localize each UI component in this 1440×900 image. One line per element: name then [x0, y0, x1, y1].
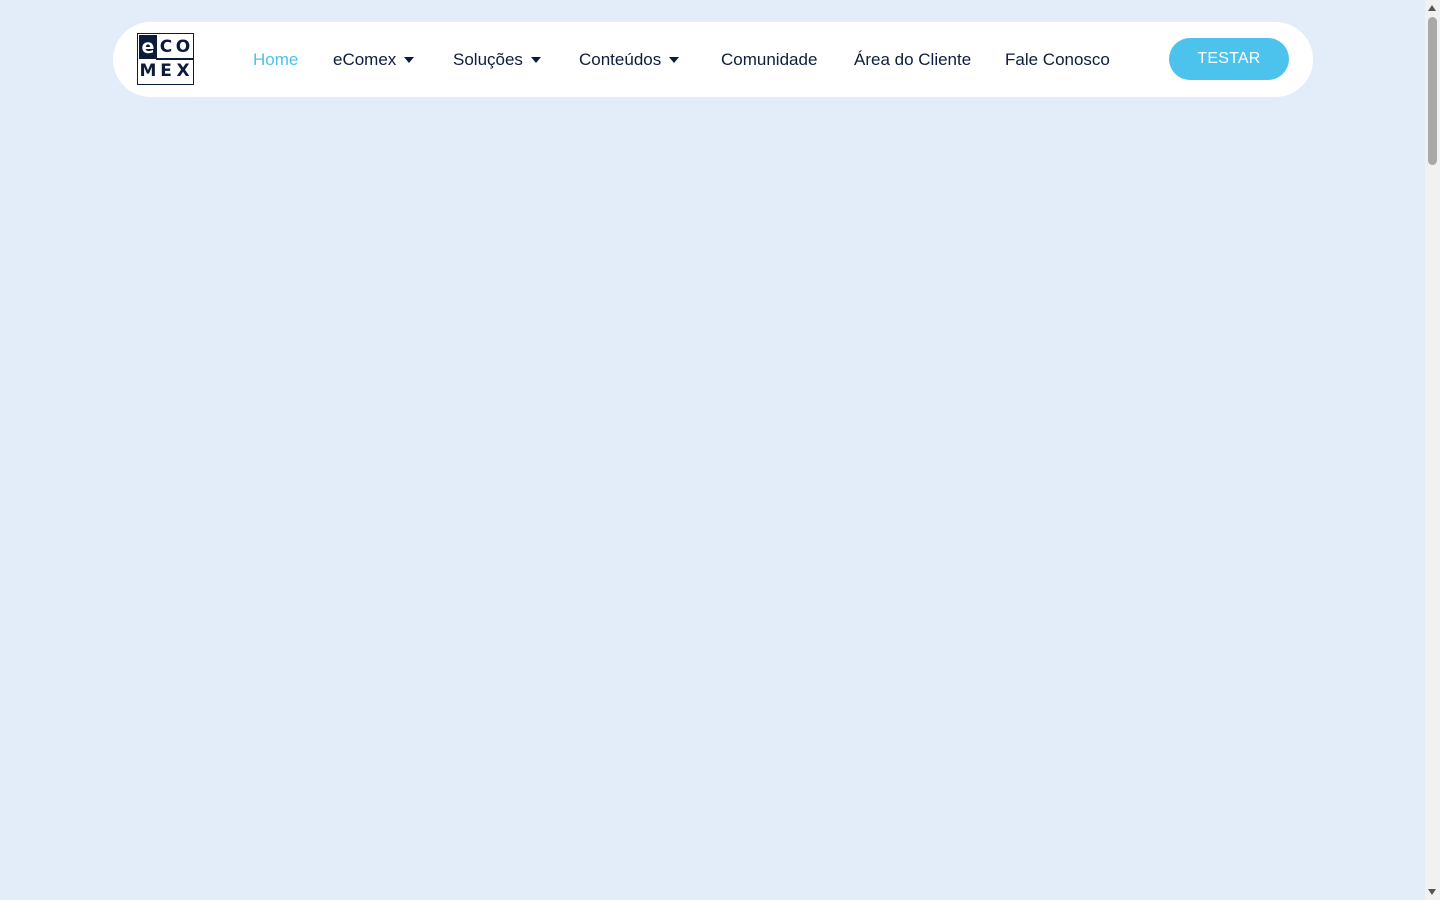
scroll-up-arrow-icon[interactable]: [1428, 5, 1436, 11]
nav-item-label: Comunidade: [721, 50, 818, 69]
scroll-down-arrow-icon[interactable]: [1428, 889, 1436, 895]
nav-item-label: Área do Cliente: [854, 50, 972, 69]
viewport: e C O M E X Home eComex Soluções Conteúd…: [0, 0, 1425, 900]
testar-button[interactable]: TESTAR: [1169, 38, 1289, 80]
nav-item-conteudos[interactable]: Conteúdos: [579, 48, 680, 72]
page: e C O M E X Home eComex Soluções Conteúd…: [0, 0, 1440, 900]
nav-item-label: Fale Conosco: [1005, 50, 1110, 69]
nav-item-label: Home: [253, 50, 299, 69]
caret-down-icon: [669, 57, 680, 63]
navbar: e C O M E X Home eComex Soluções Conteúd…: [113, 22, 1313, 97]
nav-item-label: Soluções: [453, 50, 523, 69]
nav-item-solucoes[interactable]: Soluções: [453, 48, 541, 72]
vertical-scrollbar[interactable]: [1425, 0, 1440, 900]
nav-item-label: Conteúdos: [579, 50, 662, 69]
nav-item-label: eComex: [333, 50, 397, 69]
caret-down-icon: [404, 57, 415, 63]
nav-item-ecomex[interactable]: eComex: [333, 48, 415, 72]
main-nav: Home eComex Soluções Conteúdos Comunidad…: [113, 22, 1313, 97]
nav-item-home[interactable]: Home: [253, 48, 298, 72]
nav-item-comunidade[interactable]: Comunidade: [721, 48, 817, 72]
scroll-thumb[interactable]: [1428, 17, 1437, 165]
caret-down-icon: [530, 57, 541, 63]
nav-item-fale-conosco[interactable]: Fale Conosco: [1005, 48, 1110, 72]
nav-item-area-do-cliente[interactable]: Área do Cliente: [854, 48, 971, 72]
